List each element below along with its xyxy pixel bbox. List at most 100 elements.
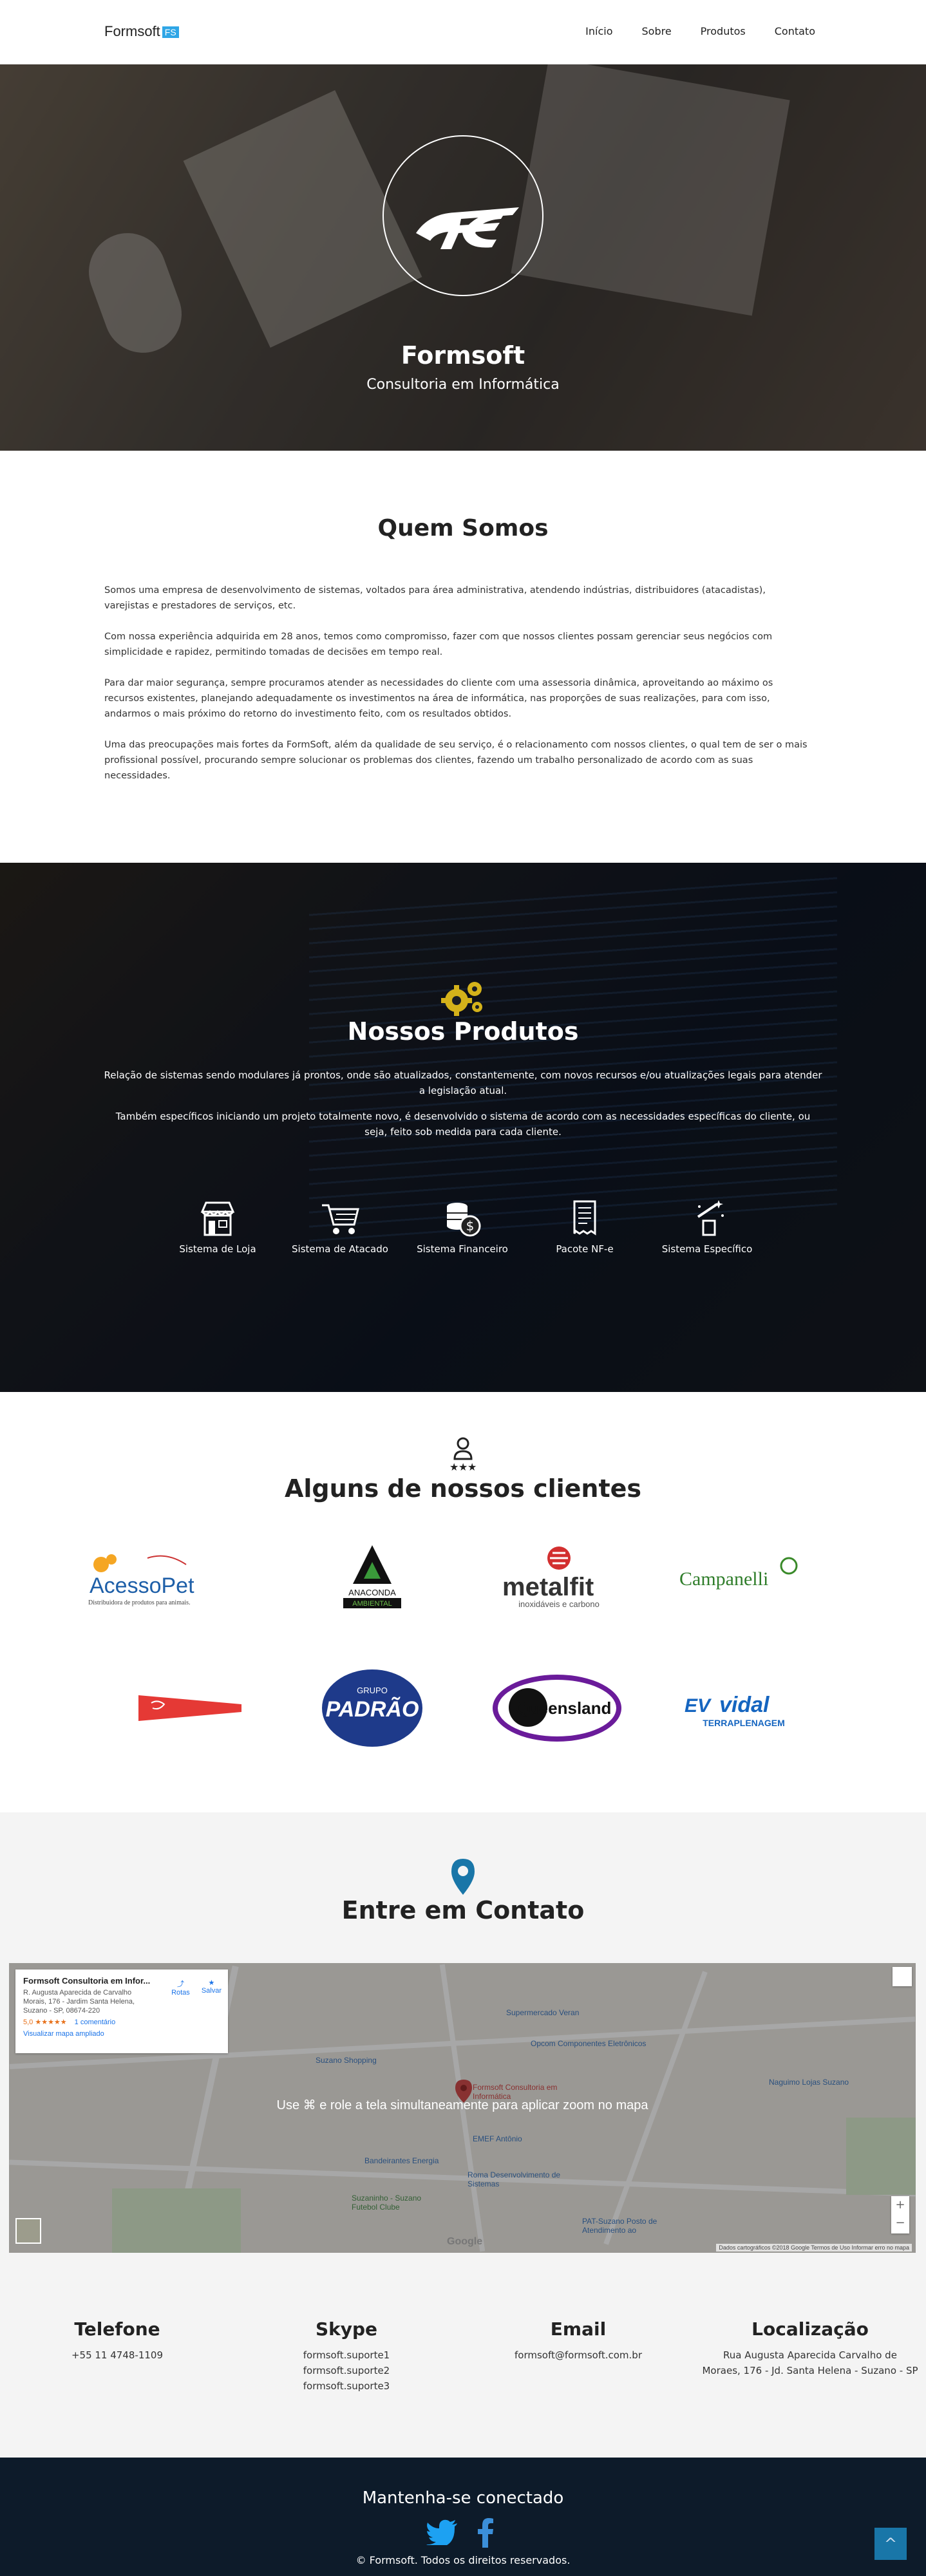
place-actions: ⤴ Rotas ★ Salvar bbox=[171, 1979, 222, 1997]
skype-id: formsoft.suporte1 bbox=[303, 2349, 390, 2361]
contact-section: Entre em Contato Supermercado Veran Opco… bbox=[0, 1812, 926, 2458]
about-paragraph: Com nossa experiência adquirida em 28 an… bbox=[104, 632, 773, 657]
product-item-especifico[interactable]: Sistema Específico bbox=[652, 1198, 762, 1255]
gears-icon bbox=[441, 982, 482, 1016]
place-address: R. Augusta Aparecida de Carvalho Morais,… bbox=[23, 1989, 135, 2015]
formsoft-logo-icon bbox=[383, 135, 543, 296]
product-label: Sistema Específico bbox=[661, 1243, 753, 1255]
product-item-atacado[interactable]: Sistema de Atacado bbox=[285, 1198, 395, 1255]
reviews-link[interactable]: 1 comentário bbox=[75, 2018, 116, 2026]
contact-title: Entre em Contato bbox=[341, 1896, 585, 1924]
svg-text:★: ★ bbox=[449, 1461, 458, 1473]
product-label: Sistema Financeiro bbox=[417, 1243, 508, 1255]
map-place-card: Formsoft Consultoria em Infor... R. Augu… bbox=[15, 1970, 228, 2053]
address-line: Rua Augusta Aparecida Carvalho de bbox=[723, 2349, 897, 2361]
twitter-icon[interactable] bbox=[426, 2519, 458, 2545]
product-item-financeiro[interactable]: $ Sistema Financeiro bbox=[408, 1198, 517, 1255]
about-paragraph: Somos uma empresa de desenvolvimento de … bbox=[104, 585, 766, 611]
svg-text:★: ★ bbox=[468, 1461, 477, 1473]
directions-label: Rotas bbox=[171, 1989, 190, 1997]
client-tagline: Distribuidora de produtos para animais. bbox=[88, 1599, 191, 1606]
nav-link-inicio[interactable]: Início bbox=[585, 25, 612, 37]
brand-badge: FS bbox=[162, 26, 179, 39]
hero-section: Formsoft Consultoria em Informática bbox=[0, 64, 926, 451]
product-item-loja[interactable]: Sistema de Loja bbox=[163, 1198, 272, 1255]
facebook-icon[interactable] bbox=[475, 2517, 495, 2548]
place-rating: 5,0 ★★★★★ 1 comentário bbox=[23, 2018, 220, 2026]
client-tagline: TERRAPLENAGEM bbox=[703, 1718, 785, 1728]
view-larger-map-link[interactable]: Visualizar mapa ampliado bbox=[23, 2030, 220, 2038]
location-pin-icon bbox=[451, 1859, 475, 1895]
products-title: Nossos Produtos bbox=[347, 1017, 579, 1046]
brand-name: Formsoft bbox=[104, 23, 160, 39]
about-title: Quem Somos bbox=[377, 515, 549, 541]
zoom-in-button[interactable]: + bbox=[891, 2196, 909, 2214]
nav-link-contato[interactable]: Contato bbox=[775, 25, 815, 37]
client-tagline: inoxidáveis e carbono bbox=[518, 1599, 600, 1609]
contact-skype: Skype formsoft.suporte1 formsoft.suporte… bbox=[237, 2318, 456, 2394]
contact-email: Email formsoft@formsoft.com.br bbox=[469, 2318, 688, 2363]
google-logo: Google bbox=[447, 2236, 483, 2247]
social-links bbox=[425, 2517, 502, 2548]
main-nav: Início Sobre Produtos Contato bbox=[585, 25, 815, 37]
brand-logo[interactable]: Formsoft FS bbox=[104, 23, 179, 40]
client-logo-vidal: EV vidal TERRAPLENAGEM bbox=[663, 1666, 818, 1750]
client-logo-metalfit: metalfit inoxidáveis e carbono bbox=[480, 1536, 634, 1619]
receipt-icon bbox=[573, 1200, 596, 1236]
directions-button[interactable]: ⤴ Rotas bbox=[171, 1979, 190, 1997]
client-logo-anaconda: ANACONDA AMBIENTAL bbox=[295, 1536, 449, 1619]
products-section: Nossos Produtos Relação de sistemas send… bbox=[0, 863, 926, 1392]
client-name: Campanelli bbox=[679, 1568, 768, 1590]
info-title: Email bbox=[550, 2318, 607, 2340]
products-paragraph: Relação de sistemas sendo modulares já p… bbox=[104, 1069, 822, 1096]
about-paragraph: Para dar maior segurança, sempre procura… bbox=[104, 678, 773, 719]
directions-icon: ⤴ bbox=[176, 1980, 184, 1988]
rating-stars: 5,0 ★★★★★ bbox=[23, 2018, 67, 2026]
client-logo-padrao: GRUPO PADRÃO bbox=[295, 1666, 449, 1750]
fullscreen-button[interactable] bbox=[893, 1967, 912, 1986]
map-zoom-controls: + − bbox=[891, 2196, 909, 2233]
client-logo-queensland: Queensland bbox=[480, 1666, 634, 1750]
footer-title: Mantenha-se conectado bbox=[362, 2488, 564, 2508]
star-icon: ★ bbox=[208, 1979, 215, 1987]
coins-icon: $ bbox=[447, 1203, 481, 1237]
google-map[interactable]: Supermercado Veran Opcom Componentes Ele… bbox=[9, 1963, 916, 2253]
product-label: Pacote NF-e bbox=[556, 1243, 614, 1255]
client-tagline: AMBIENTAL bbox=[352, 1600, 392, 1608]
cart-icon bbox=[322, 1204, 359, 1234]
save-place-button[interactable]: ★ Salvar bbox=[202, 1979, 222, 1997]
product-label: Sistema de Loja bbox=[179, 1243, 256, 1255]
team-icon: ★ ★ ★ bbox=[449, 1437, 477, 1473]
nav-link-sobre[interactable]: Sobre bbox=[642, 25, 672, 37]
email-address: formsoft@formsoft.com.br bbox=[515, 2349, 642, 2361]
client-name: vidal bbox=[719, 1693, 770, 1717]
product-item-nfe[interactable]: Pacote NF-e bbox=[530, 1198, 639, 1255]
client-name: Queensland bbox=[516, 1698, 612, 1718]
map-zoom-hint: Use ⌘ e role a tela simultaneamente para… bbox=[276, 2098, 648, 2112]
address-line: Moraes, 176 - Jd. Santa Helena - Suzano … bbox=[702, 2365, 918, 2376]
products-paragraph: Também específicos iniciando um projeto … bbox=[115, 1111, 811, 1138]
clients-title: Alguns de nossos clientes bbox=[284, 1474, 642, 1503]
products-list: Sistema de Loja Sistema de Atacado $ Sis… bbox=[0, 1198, 926, 1268]
zoom-out-button[interactable]: − bbox=[891, 2214, 909, 2232]
contact-location: Localização Rua Augusta Aparecida Carval… bbox=[701, 2318, 920, 2378]
client-name: AcessoPet bbox=[90, 1574, 194, 1598]
products-text: Relação de sistemas sendo modulares já p… bbox=[103, 1067, 823, 1150]
save-label: Salvar bbox=[201, 1987, 222, 1995]
info-title: Telefone bbox=[74, 2318, 160, 2340]
map-attribution: Dados cartográficos ©2018 Google Termos … bbox=[716, 2244, 912, 2252]
client-name: metalfit bbox=[502, 1573, 594, 1601]
svg-text:EV: EV bbox=[685, 1695, 712, 1716]
contact-phone: Telefone +55 11 4748-1109 bbox=[8, 2318, 227, 2363]
nav-link-produtos[interactable]: Produtos bbox=[701, 25, 746, 37]
about-text: Somos uma empresa de desenvolvimento de … bbox=[104, 583, 813, 799]
client-logo-acessopet: AcessoPet Distribuidora de produtos para… bbox=[67, 1536, 222, 1619]
hero-title: Formsoft bbox=[401, 341, 525, 370]
satellite-toggle[interactable] bbox=[15, 2218, 41, 2244]
client-logo-campanelli: Campanelli bbox=[663, 1536, 818, 1619]
client-logo-flag bbox=[113, 1666, 267, 1750]
skype-id: formsoft.suporte2 bbox=[303, 2365, 390, 2376]
svg-text:$: $ bbox=[466, 1218, 475, 1234]
back-to-top-button[interactable]: ^ bbox=[874, 2528, 907, 2560]
phone-number: +55 11 4748-1109 bbox=[71, 2349, 164, 2361]
